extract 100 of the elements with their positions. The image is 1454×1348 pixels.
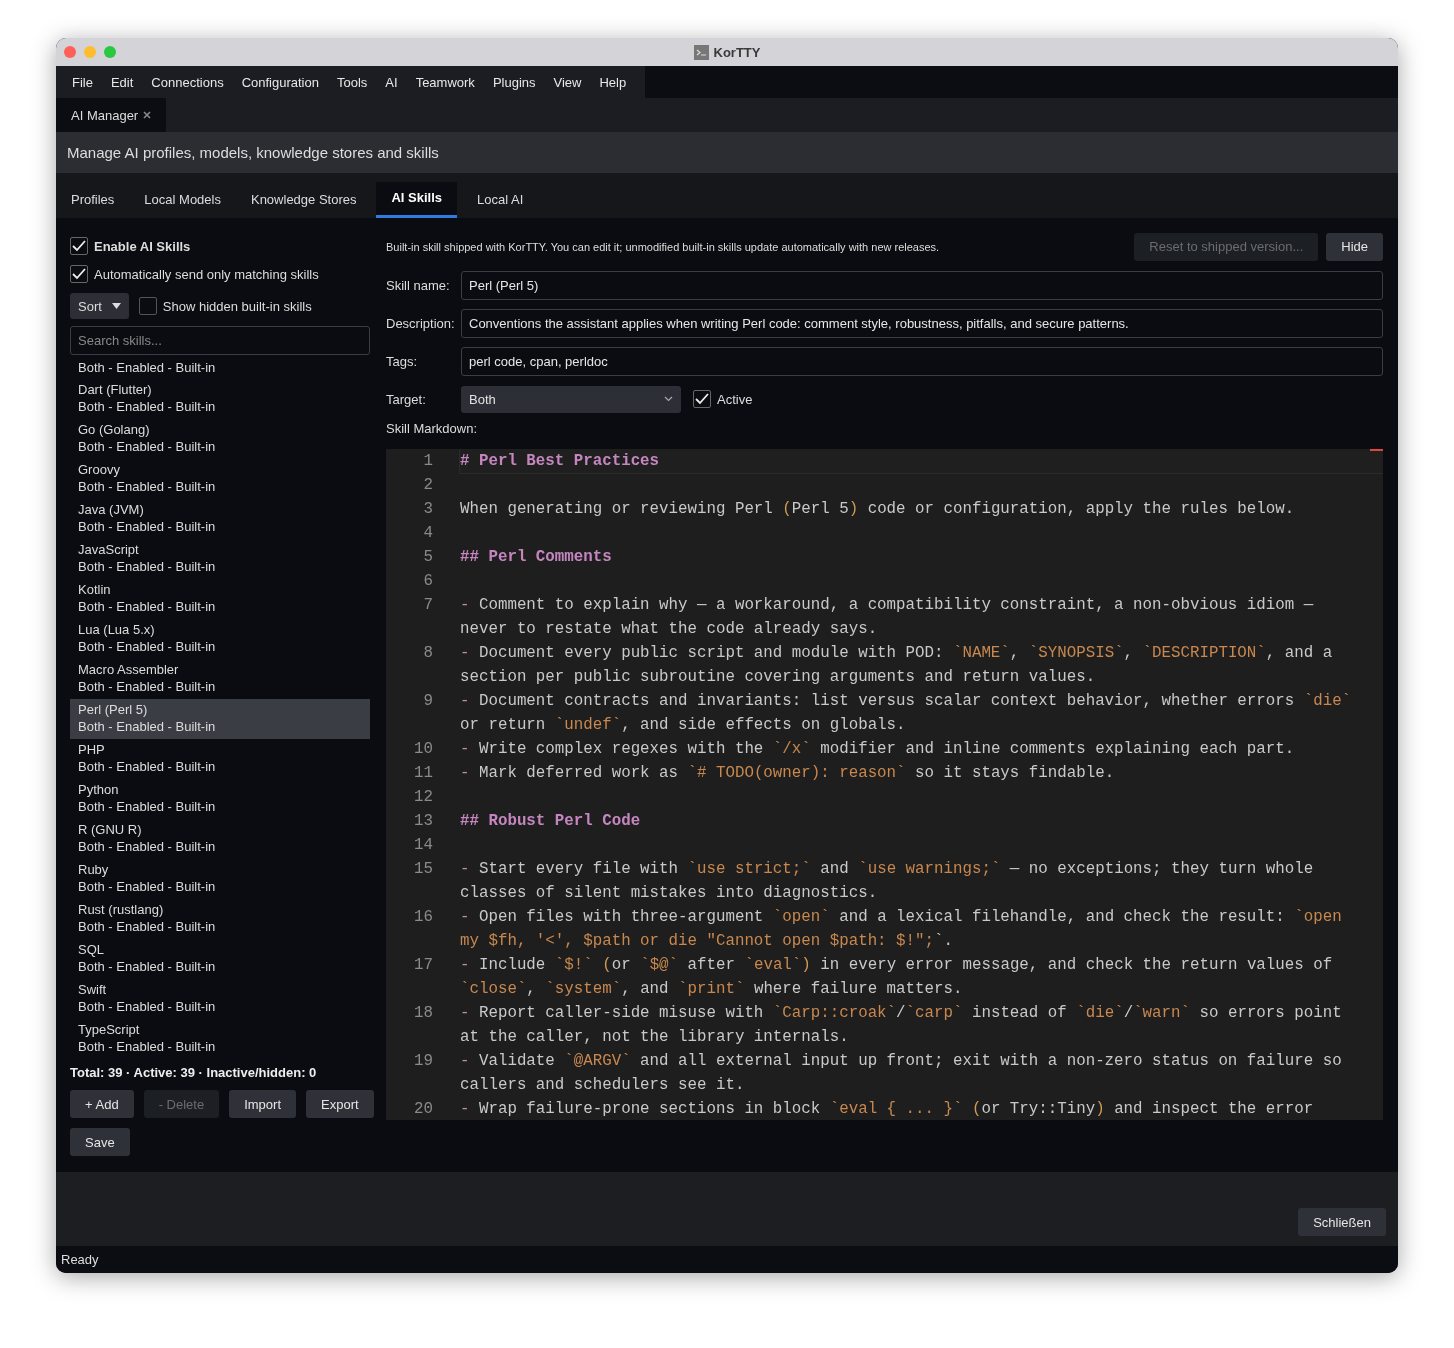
tab[interactable]: AI Skills: [376, 182, 458, 218]
checkbox-label: Show hidden built-in skills: [162, 298, 312, 314]
line-number: 9: [422, 691, 434, 713]
checkbox-label: Automatically send only matching skills: [94, 266, 319, 282]
line-number: 2: [422, 475, 434, 497]
code-line: ## Robust Perl Code: [460, 811, 642, 833]
menu-item[interactable]: Tools: [327, 74, 377, 90]
line-number: 6: [422, 571, 434, 593]
line-number: 11: [413, 763, 434, 785]
code-line: - Write complex regexes with the `/x` modifier and inline comments explaining each part.: [460, 739, 1296, 761]
field-label: Target:: [386, 391, 427, 407]
code-line: When generating or reviewing Perl (Perl 5) code or configuration, apply the rules below.: [460, 499, 1296, 521]
menu-item[interactable]: Teamwork: [406, 74, 484, 90]
menu-item[interactable]: Connections: [142, 74, 233, 90]
ruler-mark: [1370, 449, 1383, 452]
menu-item[interactable]: File: [64, 74, 102, 90]
menu-item[interactable]: Edit: [101, 74, 143, 90]
list-action-button[interactable]: + Add: [70, 1090, 134, 1118]
line-number: 17: [413, 955, 434, 977]
line-number: 10: [413, 739, 434, 761]
field-label: Skill name:: [386, 277, 451, 293]
tab[interactable]: Local Models: [134, 182, 231, 218]
line-number: 5: [422, 547, 434, 569]
caret-icon: [111, 303, 121, 309]
totals-text: Total: 39 · Active: 39 · Inactive/hidden: 0: [70, 1065, 318, 1080]
close-button[interactable]: Schließen: [1298, 1208, 1386, 1236]
skill-list-item[interactable]: Swift Both - Enabled - Built-in: [70, 979, 370, 1019]
line-number: 4: [422, 523, 434, 545]
close-icon[interactable]: [143, 111, 152, 119]
status-text: Ready: [61, 1252, 99, 1267]
save-button[interactable]: Save: [70, 1128, 130, 1156]
line-number: 19: [413, 1051, 434, 1073]
list-action-button[interactable]: Export: [306, 1090, 374, 1118]
line-number: 15: [413, 859, 434, 881]
menu-item[interactable]: Plugins: [483, 74, 545, 90]
target-dropdown[interactable]: Both: [461, 385, 681, 413]
text-field[interactable]: Conventions the assistant applies when writing Perl code: comment style, robustness, pitfalls, and secure patterns.: [461, 308, 1383, 338]
checkbox[interactable]: [70, 237, 88, 255]
skill-list-item[interactable]: Dart (Flutter) Both - Enabled - Built-in: [70, 379, 370, 419]
skill-list-item[interactable]: Macro Assembler Both - Enabled - Built-in: [70, 659, 370, 699]
skill-action-button[interactable]: Hide: [1326, 232, 1383, 261]
skill-list-item[interactable]: Python Both - Enabled - Built-in: [70, 779, 370, 819]
skill-list-item[interactable]: Rust (rustlang) Both - Enabled - Built-in: [70, 899, 370, 939]
skill-list-item[interactable]: TypeScript Both - Enabled - Built-in: [70, 1019, 370, 1059]
line-number: 12: [413, 787, 434, 809]
app-icon: [693, 44, 709, 60]
tab[interactable]: Local AI: [467, 182, 534, 218]
skill-list-item[interactable]: Go (Golang) Both - Enabled - Built-in: [70, 419, 370, 459]
search-field[interactable]: Search skills...: [70, 326, 370, 355]
skill-list-item[interactable]: Perl (Perl 5) Both - Enabled - Built-in: [70, 699, 370, 739]
checkbox-label: Enable AI Skills: [94, 238, 191, 254]
field-label: Description:: [386, 315, 456, 331]
checkbox-label: Active: [717, 391, 753, 407]
chevron-icon: [664, 396, 673, 403]
skill-list-item[interactable]: R (GNU R) Both - Enabled - Built-in: [70, 819, 370, 859]
skill-list-item[interactable]: PHP Both - Enabled - Built-in: [70, 739, 370, 779]
code-line: ## Perl Comments: [460, 547, 613, 569]
document-tab[interactable]: AI Manager: [56, 98, 167, 132]
line-number: 20: [413, 1099, 434, 1120]
markdown-editor[interactable]: [386, 449, 1383, 1120]
line-number: 7: [422, 595, 434, 617]
menu-item[interactable]: Configuration: [232, 74, 328, 90]
checkbox[interactable]: [693, 390, 711, 409]
header-text: Manage AI profiles, models, knowledge stores and skills: [67, 144, 439, 161]
line-number: 16: [413, 907, 434, 929]
skill-list-item[interactable]: Ruby Both - Enabled - Built-in: [70, 859, 370, 899]
skill-list-item[interactable]: Kotlin Both - Enabled - Built-in: [70, 579, 370, 619]
code-line: - Document contracts and invariants: list versus scalar context behavior, whether errors `die` or return `undef`, and side effects on globals.: [460, 691, 1353, 737]
code-line: - Validate `@ARGV` and all external input up front; exit with a non-zero status on failure so callers and schedulers see it.: [460, 1051, 1343, 1097]
code-line: - Comment to explain why — a workaround, a compatibility constraint, a non-obvious idiom — never to restate what the code already says.: [460, 595, 1315, 641]
field-label: Tags:: [386, 353, 419, 369]
sort-button[interactable]: Sort: [70, 293, 129, 319]
tab[interactable]: Profiles: [61, 182, 125, 218]
line-number: 14: [413, 835, 434, 857]
menu-item[interactable]: View: [544, 74, 591, 90]
menu-item[interactable]: AI: [376, 74, 407, 90]
list-action-button[interactable]: Import: [229, 1090, 296, 1118]
skill-list-item[interactable]: Both - Enabled - Built-in: [70, 357, 370, 379]
checkbox[interactable]: [70, 265, 88, 283]
skill-list-item[interactable]: Java (JVM) Both - Enabled - Built-in: [70, 499, 370, 539]
line-number: 1: [422, 451, 434, 473]
line-number: 3: [422, 499, 434, 521]
line-number: 18: [413, 1003, 434, 1025]
checkbox[interactable]: [138, 297, 157, 315]
code-line: - Wrap failure-prone sections in block `eval { ... }` (or Try::Tiny) and inspect the error: [460, 1099, 1315, 1120]
menu-item[interactable]: Help: [590, 74, 636, 90]
skill-list-item[interactable]: Lua (Lua 5.x) Both - Enabled - Built-in: [70, 619, 370, 659]
tab[interactable]: Knowledge Stores: [240, 182, 367, 218]
code-line: - Include `$!` (or `$@` after `eval`) in every error message, and check the return values of `close`, `system`, and `print` where failure matters.: [460, 955, 1334, 1001]
text-field[interactable]: perl code, cpan, perldoc: [461, 346, 1383, 376]
text-field[interactable]: Perl (Perl 5): [461, 270, 1383, 300]
line-number: 13: [413, 811, 434, 833]
skill-list-item[interactable]: JavaScript Both - Enabled - Built-in: [70, 539, 370, 579]
skill-list-item[interactable]: Groovy Both - Enabled - Built-in: [70, 459, 370, 499]
code-line: - Report caller-side misuse with `Carp::croak`/`carp` instead of `die`/`warn` so errors point at the caller, not the library internals.: [460, 1003, 1343, 1049]
field-label: Skill Markdown:: [386, 421, 479, 439]
skill-list-item[interactable]: SQL Both - Enabled - Built-in: [70, 939, 370, 979]
code-line: - Mark deferred work as `# TODO(owner): reason` so it stays findable.: [460, 763, 1116, 785]
code-line: - Document every public script and module with POD: `NAME`, `SYNOPSIS`, `DESCRIPTION`, and a section per public subroutine covering arguments and return values.: [460, 643, 1334, 689]
line-number: 8: [422, 643, 434, 665]
